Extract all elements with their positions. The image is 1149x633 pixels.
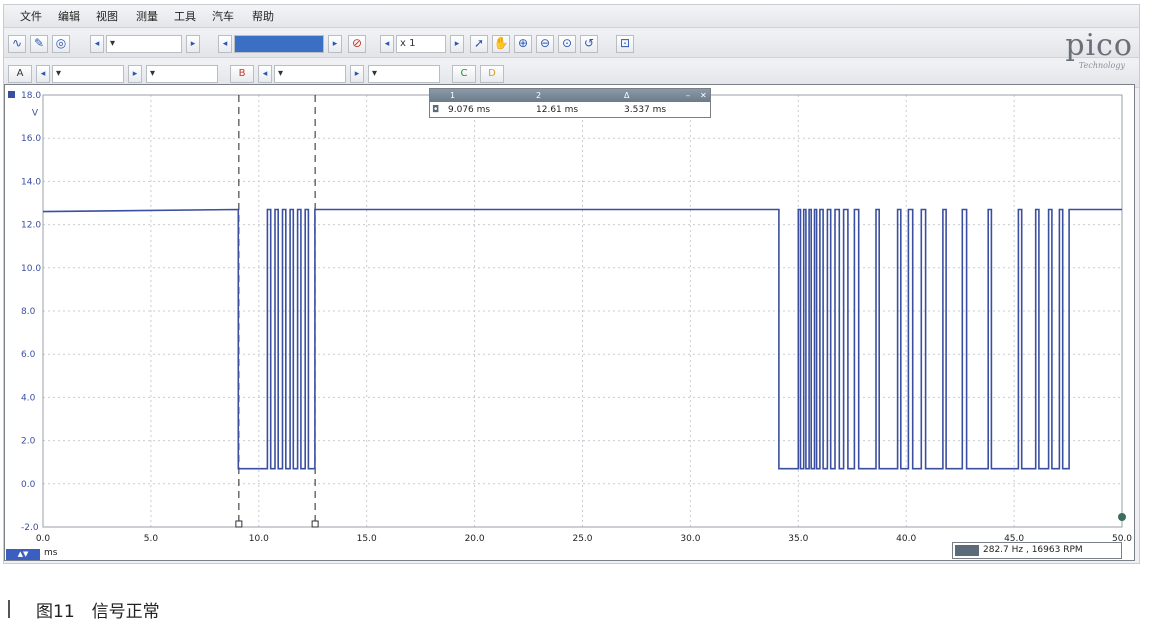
zoom-prev-icon[interactable]: ◂ — [380, 35, 394, 53]
ruler-time-icon: ◘ — [432, 105, 440, 115]
menu-help[interactable]: 帮助 — [252, 8, 274, 24]
zoom-region-icon[interactable]: ⊙ — [558, 35, 576, 53]
channel-b-next-icon[interactable]: ▸ — [350, 65, 364, 83]
ruler-2-value: 12.61 ms — [536, 105, 579, 115]
ruler-delta-value: 3.537 ms — [624, 105, 667, 115]
probe-icon[interactable]: ✎ — [30, 35, 48, 53]
collection-select[interactable]: ▾ — [106, 35, 182, 53]
channel-a-next-icon[interactable]: ▸ — [128, 65, 142, 83]
ruler-2-header: 2 — [536, 91, 542, 100]
x-tick-label: 30.0 — [680, 534, 700, 544]
ruler-delta-header: Δ — [624, 91, 630, 100]
x-tick-label: 20.0 — [465, 534, 485, 544]
y-tick-label: 8.0 — [21, 307, 36, 317]
time-ruler-handle-2 — [311, 520, 319, 528]
zoom-in-icon[interactable]: ⊕ — [514, 35, 532, 53]
hand-icon[interactable]: ✋ — [492, 35, 510, 53]
caption-marker — [8, 600, 10, 618]
y-tick-label: 0.0 — [21, 480, 36, 490]
channel-b-button[interactable]: B — [230, 65, 254, 83]
axis-unit-selector[interactable]: ▲▼ — [6, 549, 40, 560]
timebase-field[interactable] — [234, 35, 324, 53]
scope-icon[interactable]: ◎ — [52, 35, 70, 53]
menu-view[interactable]: 视图 — [96, 8, 118, 24]
next-arrow-icon[interactable]: ▸ — [186, 35, 200, 53]
waveform-trace — [42, 208, 1122, 470]
x-tick-label: 15.0 — [357, 534, 377, 544]
x-tick-label: 5.0 — [144, 534, 159, 544]
y-tick-label: 12.0 — [21, 221, 41, 231]
time-ruler-handle-1 — [235, 520, 243, 528]
logo-text: pico — [1065, 28, 1133, 63]
minimize-icon[interactable]: – — [686, 89, 690, 102]
x-tick-label: 40.0 — [896, 534, 916, 544]
channel-a-range-select[interactable]: ▾ — [52, 65, 124, 83]
scope-view[interactable]: 0.0 5.0 10.0 15.0 20.0 25.0 30.0 35.0 40.0 45.0 50… — [4, 84, 1135, 561]
undo-zoom-icon[interactable]: ↺ — [580, 35, 598, 53]
y-axis-unit: V — [32, 108, 39, 118]
figure-caption: 图11 信号正常 — [8, 597, 160, 622]
menu-automotive[interactable]: 汽车 — [212, 8, 234, 24]
menu-tools[interactable]: 工具 — [174, 8, 196, 24]
channel-a-prev-icon[interactable]: ◂ — [36, 65, 50, 83]
y-tick-label: 4.0 — [21, 393, 36, 403]
x-tick-label: 0.0 — [36, 534, 51, 544]
channel-b-range-select[interactable]: ▾ — [274, 65, 346, 83]
x-tick-label: 10.0 — [249, 534, 269, 544]
timebase-prev-icon[interactable]: ◂ — [218, 35, 232, 53]
x-axis-unit: ms — [44, 548, 58, 558]
y-tick-label: 10.0 — [21, 264, 41, 274]
trigger-marker — [1118, 513, 1126, 521]
zoom-next-icon[interactable]: ▸ — [450, 35, 464, 53]
ruler-measurement-table[interactable]: 1 2 Δ – ✕ ◘ 9.076 ms 12.61 ms 3.537 ms — [429, 88, 711, 118]
main-toolbar: ∿ ✎ ◎ ◂ ▾ ▸ ◂ ▸ ⊘ ◂ x 1 ▸ ➚ ✋ ⊕ ⊖ ⊙ ↺ ⊡ — [4, 31, 1139, 58]
caption-text: 图11 信号正常 — [36, 602, 160, 622]
y-tick-label: 16.0 — [21, 134, 41, 144]
channel-b-coupling-select[interactable]: ▾ — [368, 65, 440, 83]
channel-a-button[interactable]: A — [8, 65, 32, 83]
waveform-plot[interactable]: 0.0 5.0 10.0 15.0 20.0 25.0 30.0 35.0 40.0 45.0 50… — [5, 85, 1134, 560]
timebase-next-icon[interactable]: ▸ — [328, 35, 342, 53]
prev-arrow-icon[interactable]: ◂ — [90, 35, 104, 53]
zoom-out-icon[interactable]: ⊖ — [536, 35, 554, 53]
y-tick-label: 6.0 — [21, 350, 36, 360]
menu-measure[interactable]: 测量 — [136, 8, 158, 24]
y-tick-label: 2.0 — [21, 437, 36, 447]
channel-b-prev-icon[interactable]: ◂ — [258, 65, 272, 83]
ruler-1-value: 9.076 ms — [448, 105, 491, 115]
frequency-text: 282.7 Hz , 16963 RPM — [983, 545, 1083, 555]
menu-bar: 文件 编辑 视图 测量 工具 汽车 帮助 — [4, 5, 1139, 28]
pico-logo: pico Technology — [1023, 29, 1133, 85]
y-tick-label: 18.0 — [21, 91, 41, 101]
y-tick-label: -2.0 — [21, 523, 39, 533]
channel-d-button[interactable]: D — [480, 65, 504, 83]
ruler-1-header: 1 — [450, 91, 456, 100]
y-tick-label: 14.0 — [21, 177, 41, 187]
pointer-icon[interactable]: ➚ — [470, 35, 488, 53]
zoom-fit-icon[interactable]: ⊡ — [616, 35, 634, 53]
channel-a-marker — [8, 91, 15, 98]
close-icon[interactable]: ✕ — [700, 89, 707, 102]
zoom-field[interactable]: x 1 — [396, 35, 446, 53]
frequency-readout: 282.7 Hz , 16963 RPM — [952, 542, 1122, 559]
x-tick-label: 25.0 — [572, 534, 592, 544]
menu-file[interactable]: 文件 — [20, 8, 42, 24]
ruler-table-header[interactable]: 1 2 Δ – ✕ — [430, 89, 710, 102]
channel-a-coupling-select[interactable]: ▾ — [146, 65, 218, 83]
x-tick-label: 35.0 — [788, 534, 808, 544]
menu-edit[interactable]: 编辑 — [58, 8, 80, 24]
stop-icon[interactable]: ⊘ — [348, 35, 366, 53]
channel-c-button[interactable]: C — [452, 65, 476, 83]
frequency-icon — [955, 545, 979, 556]
signal-icon[interactable]: ∿ — [8, 35, 26, 53]
